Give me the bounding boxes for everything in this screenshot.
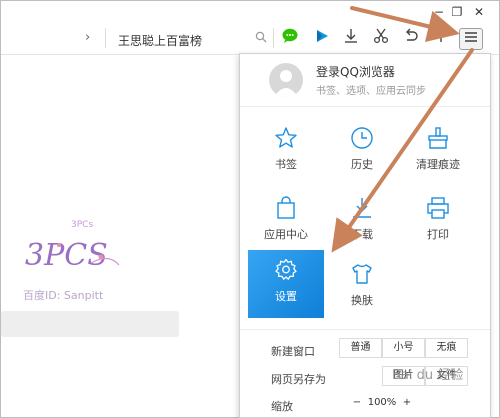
broom-icon — [426, 126, 450, 150]
login-title[interactable]: 登录QQ浏览器 — [316, 63, 395, 80]
downloads-label: 下载 — [351, 228, 373, 241]
settings-label: 设置 — [275, 290, 297, 303]
menu-divider — [240, 329, 490, 330]
print-item[interactable]: 打印 — [400, 188, 476, 252]
gear-icon — [274, 258, 298, 282]
restore-button[interactable]: ❐ — [447, 4, 467, 20]
settings-item[interactable]: 设置 — [248, 250, 324, 318]
print-label: 打印 — [427, 228, 449, 241]
clear-traces-item[interactable]: 清理痕迹 — [400, 118, 476, 182]
address-end-divider — [273, 28, 274, 48]
zoom-label: 缩放 — [271, 400, 293, 413]
title-bar: − ❐ ✕ — [1, 1, 499, 23]
undo-icon[interactable] — [399, 28, 423, 50]
wechat-icon[interactable] — [279, 28, 303, 50]
search-icon[interactable] — [255, 31, 267, 46]
app-center-label: 应用中心 — [264, 228, 308, 241]
login-subtitle: 书签、选项、应用云同步 — [316, 86, 426, 97]
tshirt-icon — [350, 262, 374, 286]
toolbar: › 王思聪上百富榜 — [1, 24, 499, 55]
skin-item[interactable]: 换肤 — [324, 254, 400, 318]
star-icon — [274, 126, 298, 150]
zoom-out-button[interactable]: − — [348, 394, 366, 414]
skin-label: 换肤 — [351, 294, 373, 307]
menu-icon — [464, 31, 478, 47]
clock-icon — [350, 126, 374, 150]
watermark-text: Bai du 经验 — [392, 368, 464, 383]
video-play-icon[interactable] — [310, 28, 334, 50]
logo-text: 3PCS — [25, 238, 108, 273]
logo-small-text: 3PCs — [71, 220, 93, 230]
sanpitt-logo: 3PCS 3PCs 百度ID: Sanpitt — [21, 203, 131, 303]
scissors-icon[interactable] — [369, 28, 393, 50]
login-section[interactable]: 登录QQ浏览器 书签、选项、应用云同步 — [240, 54, 490, 107]
zoom-in-button[interactable]: + — [398, 394, 416, 414]
add-icon[interactable] — [429, 28, 453, 50]
page-search-box[interactable] — [1, 311, 179, 337]
clear-traces-label: 清理痕迹 — [416, 158, 460, 171]
downloads-item[interactable]: 下载 — [324, 188, 400, 252]
main-menu-button[interactable] — [459, 28, 483, 50]
download-icon — [350, 196, 374, 220]
new-window-small-button[interactable]: 小号 — [382, 338, 425, 358]
zoom-value: 100% — [366, 394, 398, 414]
close-button[interactable]: ✕ — [469, 4, 489, 20]
printer-icon — [426, 196, 450, 220]
new-window-normal-button[interactable]: 普通 — [339, 338, 382, 358]
avatar[interactable] — [269, 63, 303, 97]
history-item[interactable]: 历史 — [324, 118, 400, 182]
new-window-incognito-button[interactable]: 无痕 — [425, 338, 468, 358]
address-divider — [105, 28, 106, 48]
bookmarks-label: 书签 — [275, 158, 297, 171]
shopping-bag-icon — [274, 196, 298, 220]
bookmarks-item[interactable]: 书签 — [248, 118, 324, 182]
app-center-item[interactable]: 应用中心 — [248, 188, 324, 252]
save-as-label: 网页另存为 — [271, 373, 326, 386]
baidu-id-text: 百度ID: Sanpitt — [23, 289, 104, 302]
history-label: 历史 — [351, 158, 373, 171]
address-chevron-icon[interactable]: › — [85, 30, 90, 45]
address-bar-text[interactable]: 王思聪上百富榜 — [118, 32, 202, 49]
download-icon[interactable] — [339, 28, 363, 50]
new-window-label: 新建窗口 — [271, 345, 315, 358]
minimize-button[interactable]: − — [429, 4, 449, 20]
